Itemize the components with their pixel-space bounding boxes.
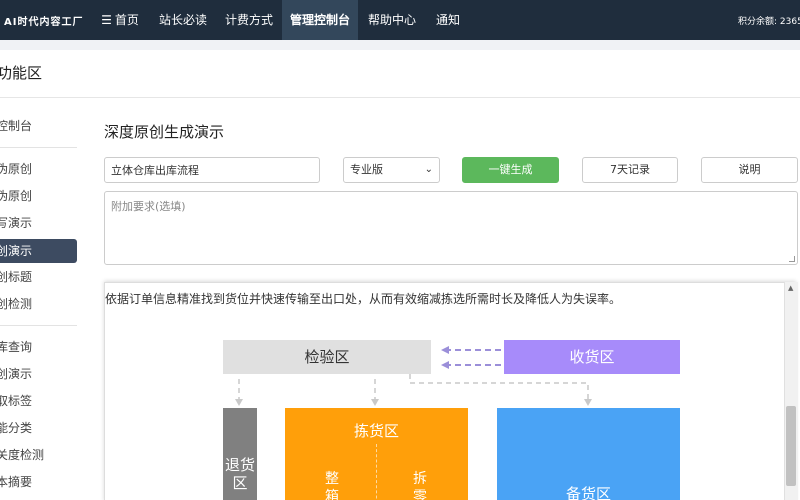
diagram-zone-full-case: 整箱 [325, 471, 339, 500]
nav-home-label: 首页 [114, 13, 139, 27]
sidebar-divider [0, 147, 77, 148]
help-button[interactable]: 说明 [701, 157, 798, 183]
nav-notice[interactable]: 通知 [428, 0, 468, 40]
sidebar-item-creative-demo[interactable]: 创演示 [0, 362, 77, 386]
diagram-zone-inspection: 检验区 [223, 340, 431, 374]
top-nav: AI时代内容工厂 ☰ 首页 站长必读 计费方式 管理控制台 帮助中心 通知 积分余… [0, 0, 800, 40]
sidebar-item-original-check[interactable]: 创检测 [0, 292, 77, 316]
topic-input[interactable] [104, 157, 320, 183]
extra-requirements-field[interactable]: 附加要求(选填) [104, 191, 798, 265]
sidebar-item-rewrite-2[interactable]: 伪原创 [0, 184, 77, 208]
sidebar-item-console[interactable]: 控制台 [0, 114, 77, 138]
diagram-divider [376, 444, 377, 500]
arrowhead [441, 346, 449, 354]
list-icon: ☰ [101, 13, 112, 27]
diagram-zone-picking-label: 拣货区 [353, 422, 399, 440]
diagram-zone-split-case: 拆零 [413, 471, 427, 500]
sidebar-item-original-demo[interactable]: 创演示 [0, 239, 77, 263]
arrowhead [371, 399, 379, 406]
scroll-up-icon[interactable]: ▲ [788, 284, 793, 292]
extra-requirements-placeholder: 附加要求(选填) [111, 200, 186, 213]
history-button[interactable]: 7天记录 [582, 157, 678, 183]
sidebar-item-lib-query[interactable]: 库查询 [0, 335, 77, 359]
arrowhead [584, 399, 592, 406]
sidebar-item-summary[interactable]: 本摘要 [0, 470, 77, 494]
sidebar-item-smart-classify[interactable]: 能分类 [0, 416, 77, 440]
document-preview: 依据订单信息精准找到货位并快速传输至出口处，从而有效缩减拣选所需时长及降低人为失… [104, 282, 796, 500]
nav-home[interactable]: ☰ 首页 [92, 0, 148, 40]
version-select-value: 专业版 [350, 163, 383, 176]
sidebar-item-rewrite[interactable]: 伪原创 [0, 157, 77, 181]
nav-help[interactable]: 帮助中心 [362, 0, 422, 40]
resize-grip-icon[interactable] [789, 256, 795, 262]
diagram-zone-returns: 退货区 [223, 408, 257, 500]
sidebar-item-relevance-check[interactable]: 关度检测 [0, 443, 77, 467]
arrowhead [235, 399, 243, 406]
chevron-down-icon: ⌄ [424, 164, 433, 175]
arrowhead [441, 361, 449, 369]
version-select[interactable]: 专业版 ⌄ [343, 157, 440, 183]
sidebar-item-extract-tags[interactable]: 取标签 [0, 389, 77, 413]
page-title: 深度原创生成演示 [104, 123, 225, 141]
header-gap [0, 40, 800, 50]
divider [0, 97, 800, 98]
diagram-zone-picking: 拣货区 整箱 拆零 [285, 408, 468, 500]
sidebar-item-writing-demo[interactable]: 写演示 [0, 211, 77, 235]
scrollbar-thumb[interactable] [786, 406, 796, 486]
brand-logo[interactable]: AI时代内容工厂 [4, 13, 83, 28]
diagram-zone-receiving: 收货区 [504, 340, 680, 374]
function-area-title: 功能区 [0, 64, 43, 82]
points-balance: 积分余额: 2365 [738, 17, 800, 27]
sidebar-divider [0, 325, 77, 326]
diagram-zone-staging: 备货区 [497, 408, 680, 500]
nav-pricing[interactable]: 计费方式 [220, 0, 278, 40]
nav-must-read[interactable]: 站长必读 [152, 0, 214, 40]
nav-console[interactable]: 管理控制台 [282, 0, 358, 40]
generate-button[interactable]: 一键生成 [462, 157, 559, 183]
sidebar-item-original-title[interactable]: 创标题 [0, 265, 77, 289]
arrow-inspect-to-stock [409, 374, 589, 401]
